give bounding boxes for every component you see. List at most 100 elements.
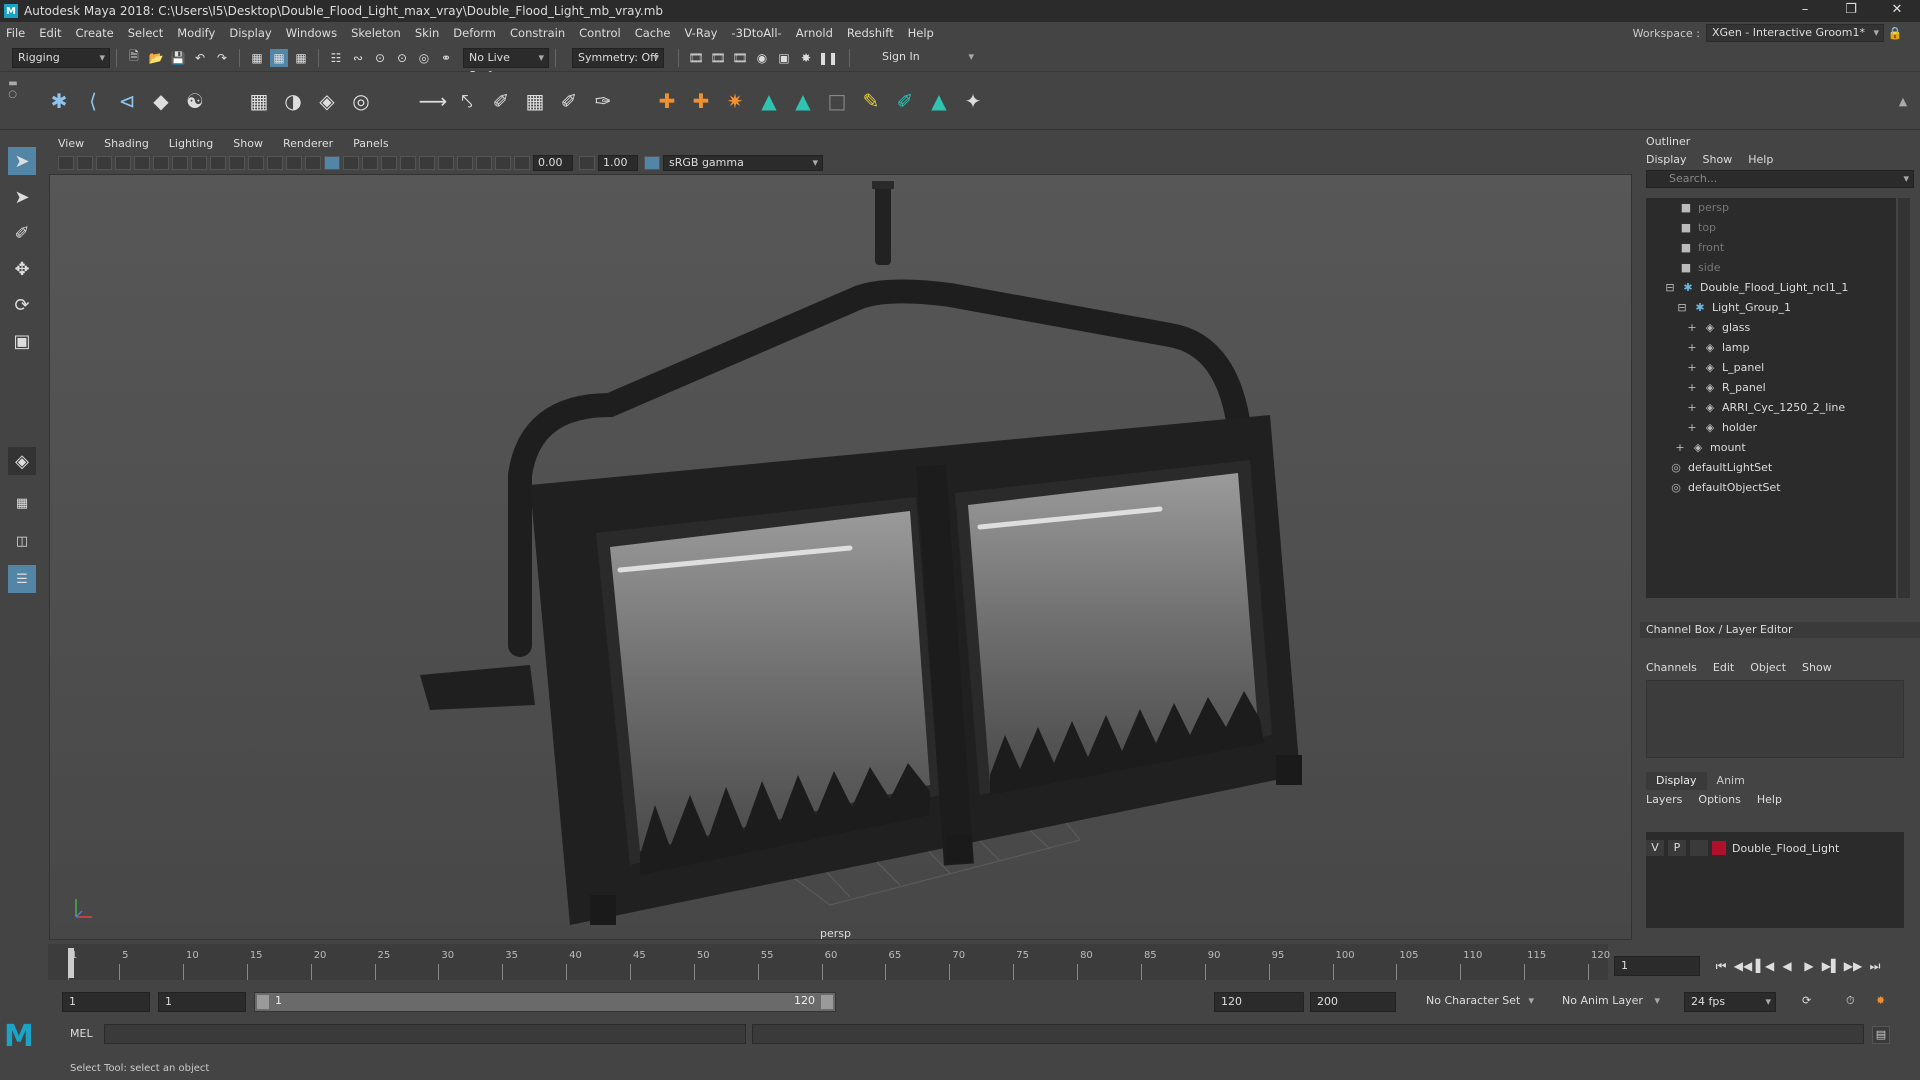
lasso-tool-icon[interactable]: ➤ <box>8 183 36 211</box>
copy-weights-icon[interactable]: ✐ <box>556 88 582 114</box>
lock-icon[interactable]: 🔒 <box>1886 24 1904 42</box>
ik-handle-icon[interactable]: ⟨ <box>80 88 106 114</box>
range-end-handle[interactable] <box>821 995 833 1009</box>
go-to-end-icon[interactable]: ⏭ <box>1864 959 1886 974</box>
list-item[interactable]: + ◈ ARRI_Cyc_1250_2_line <box>1686 398 1845 418</box>
menu-help[interactable]: Help <box>908 26 934 40</box>
locator-icon[interactable]: ✚ <box>654 88 680 114</box>
collapse-icon[interactable]: ⊟ <box>1676 298 1688 318</box>
outliner-list[interactable]: ■ persp ■ top ■ front ■ side ⊟ ✱ Double_Flood_… <box>1646 198 1896 598</box>
open-scene-icon[interactable]: 📂 <box>147 49 165 67</box>
snap-grid-icon[interactable]: ☷ <box>327 49 345 67</box>
menu-display[interactable]: Display <box>229 26 271 40</box>
list-item[interactable]: ⊟ ✱ Light_Group_1 <box>1676 298 1791 318</box>
tab-display[interactable]: Display <box>1646 772 1707 790</box>
select-tool-icon[interactable]: ➤ <box>8 147 36 175</box>
list-item[interactable]: ⊟ ✱ Double_Flood_Light_ncl1_1 <box>1664 278 1848 298</box>
list-item[interactable]: ◎ defaultObjectSet <box>1670 478 1780 498</box>
set-driven-key-icon[interactable]: ✎ <box>858 88 884 114</box>
scale-tool-icon[interactable]: ▣ <box>8 327 36 355</box>
paint-skin-icon[interactable]: ✐ <box>892 88 918 114</box>
viewport-menu-lighting[interactable]: Lighting <box>169 137 213 150</box>
layer-list[interactable]: V P Double_Flood_Light <box>1646 832 1904 928</box>
snap-surface-icon[interactable]: ◎ <box>415 49 433 67</box>
layer-playback-toggle[interactable]: P <box>1668 840 1686 856</box>
step-back-key-icon[interactable]: ◀◀ <box>1732 959 1754 973</box>
menu-file[interactable]: File <box>6 26 25 40</box>
expand-icon[interactable]: + <box>1686 378 1698 398</box>
expand-icon[interactable]: + <box>1686 338 1698 358</box>
render-view-icon[interactable]: ▣ <box>775 49 793 67</box>
step-back-frame-icon[interactable]: ▌◀ <box>1754 959 1776 973</box>
character-controls-icon[interactable]: ✦ <box>960 88 986 114</box>
blend-shape-icon[interactable]: ▲ <box>756 88 782 114</box>
auto-key-icon[interactable]: ⏱ <box>1840 992 1862 1012</box>
snap-live-icon[interactable]: ⚭ <box>437 49 455 67</box>
menu-select[interactable]: Select <box>128 26 163 40</box>
expand-icon[interactable]: + <box>1686 358 1698 378</box>
time-slider[interactable]: 1 5 10 15 20 25 30 35 40 45 50 55 60 65 70 75 80 85 90 95 10… <box>48 944 1610 980</box>
loop-icon[interactable]: ⟳ <box>1796 992 1818 1012</box>
menu-cache[interactable]: Cache <box>635 26 671 40</box>
workspace-dropdown[interactable]: XGen - Interactive Groom1* <box>1706 24 1884 42</box>
shelf-menu-icon[interactable]: ▬ ○ <box>6 76 20 102</box>
bind-skin-icon[interactable]: ⟶ <box>419 88 448 114</box>
script-editor-icon[interactable]: ▤ <box>1872 1026 1890 1044</box>
symmetry-dropdown[interactable]: Symmetry: Off <box>572 47 664 68</box>
outliner-scrollbar[interactable] <box>1898 198 1910 598</box>
list-item[interactable]: + ◈ R_panel <box>1686 378 1765 398</box>
wire-icon[interactable]: ◎ <box>348 88 374 114</box>
constraint-aim-icon[interactable]: ✷ <box>722 88 748 114</box>
outliner-menu-display[interactable]: Display <box>1646 153 1687 166</box>
anim-prefs-icon[interactable]: ✸ <box>1870 992 1892 1012</box>
gate-mask-icon[interactable] <box>229 156 245 170</box>
shadows-icon[interactable] <box>419 156 435 170</box>
viewport-menu-show[interactable]: Show <box>233 137 263 150</box>
menu-redshift[interactable]: Redshift <box>847 26 894 40</box>
list-item[interactable]: ■ front <box>1680 238 1724 258</box>
grease-pencil-icon[interactable] <box>153 156 169 170</box>
layer-color-swatch[interactable] <box>1712 841 1726 855</box>
paint-weights-icon[interactable]: ✐ <box>488 88 514 114</box>
current-time-marker[interactable] <box>68 948 74 978</box>
command-input[interactable] <box>104 1024 746 1044</box>
menu-modify[interactable]: Modify <box>177 26 215 40</box>
animation-start-field[interactable]: 1 <box>62 992 150 1012</box>
camera-attributes-icon[interactable] <box>77 156 93 170</box>
image-plane-icon[interactable] <box>115 156 131 170</box>
use-all-lights-icon[interactable] <box>400 156 416 170</box>
redo-icon[interactable]: ↷ <box>213 49 231 67</box>
save-scene-icon[interactable]: 💾 <box>169 49 187 67</box>
viewport-menu-panels[interactable]: Panels <box>353 137 388 150</box>
exposure-field[interactable]: 0.00 <box>533 155 573 171</box>
new-scene-icon[interactable]: 🗎 <box>125 49 143 67</box>
wrap-icon[interactable]: ◑ <box>280 88 306 114</box>
render-ipr-icon[interactable]: 🎞 <box>709 49 727 67</box>
list-item[interactable]: ■ top <box>1680 218 1716 238</box>
two-d-pan-icon[interactable] <box>134 156 150 170</box>
menu-3dtoall[interactable]: -3DtoAll- <box>731 26 781 40</box>
character-set-dropdown[interactable]: No Character Set <box>1420 992 1538 1012</box>
tab-anim[interactable]: Anim <box>1707 772 1755 790</box>
safe-action-icon[interactable] <box>267 156 283 170</box>
viewport-menu-shading[interactable]: Shading <box>104 137 149 150</box>
rotate-tool-icon[interactable]: ⟳ <box>8 291 36 319</box>
list-item[interactable]: ■ side <box>1680 258 1721 278</box>
snap-view-icon[interactable]: ⊙ <box>393 49 411 67</box>
viewport-menu-view[interactable]: View <box>58 137 84 150</box>
cluster-icon[interactable]: ◈ <box>314 88 340 114</box>
pause-icon[interactable]: ❚❚ <box>818 49 838 67</box>
field-chart-icon[interactable] <box>248 156 264 170</box>
joint-tool-icon[interactable]: ✱ <box>46 88 72 114</box>
color-space-dropdown[interactable]: sRGB gamma <box>663 155 823 171</box>
menu-create[interactable]: Create <box>76 26 114 40</box>
move-tool-icon[interactable]: ✥ <box>8 255 36 283</box>
layer-row[interactable]: V P Double_Flood_Light <box>1646 838 1904 858</box>
step-forward-frame-icon[interactable]: ▶▌ <box>1820 959 1842 973</box>
collapse-icon[interactable]: ⊟ <box>1664 278 1676 298</box>
constraint-point-icon[interactable]: ✚ <box>688 88 714 114</box>
bookmark-icon[interactable] <box>96 156 112 170</box>
channel-box-menu-show[interactable]: Show <box>1802 661 1832 674</box>
menu-control[interactable]: Control <box>579 26 621 40</box>
animation-end-field[interactable]: 200 <box>1310 992 1396 1012</box>
